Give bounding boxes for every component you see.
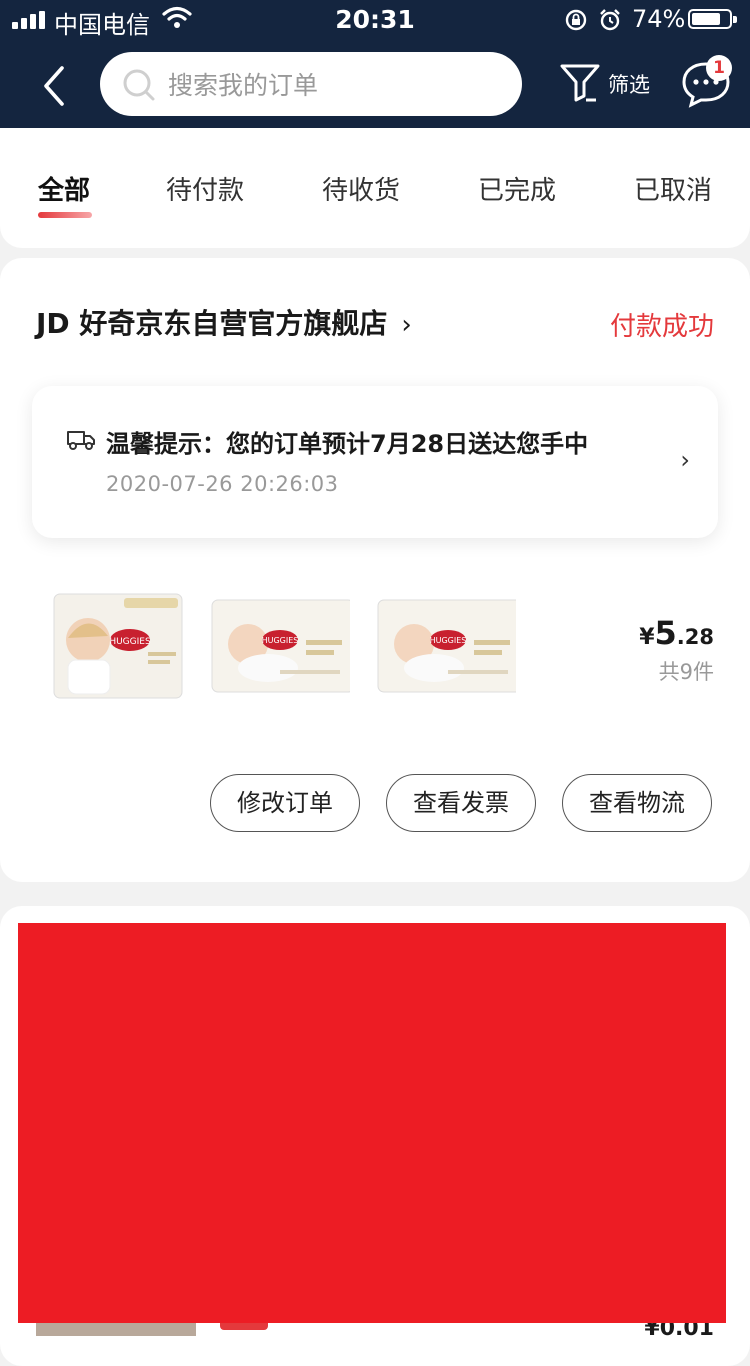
product-brand: HUGGIES [430, 636, 467, 645]
rotation-lock-icon [565, 9, 587, 31]
redaction-overlay [18, 923, 726, 1323]
truck-icon [67, 431, 95, 450]
product-brand: HUGGIES [262, 636, 299, 645]
search-input[interactable] [166, 62, 500, 108]
filter-label: 筛选 [608, 73, 650, 97]
order-card[interactable]: JD 好奇京东自营官方旗舰店 › 付款成功 温馨提示：您的订单预计7月28日送达您… [0, 258, 750, 882]
modify-order-button[interactable]: 修改订单 [210, 774, 360, 832]
product-brand: HUGGIES [109, 637, 151, 647]
delivery-notice[interactable]: 温馨提示：您的订单预计7月28日送达您手中 2020-07-26 20:26:0… [32, 386, 718, 538]
search-bar[interactable] [100, 52, 522, 116]
tab-active-indicator [38, 212, 92, 218]
filter-icon [560, 64, 600, 102]
view-invoice-button[interactable]: 查看发票 [386, 774, 536, 832]
battery-percent: 74% [632, 5, 686, 33]
status-bar: 中国电信 20:31 74% [0, 0, 750, 40]
product-thumbnails[interactable]: HUGGIES HUGGIES HUGGIES [46, 588, 546, 718]
order-tabs: 全部 待付款 待收货 已完成 已取消 [0, 128, 750, 248]
tab-cancelled[interactable]: 已取消 [634, 170, 712, 207]
tab-pending-payment[interactable]: 待付款 [166, 170, 244, 207]
price-integer: 5 [654, 614, 677, 652]
price-decimal: .28 [676, 625, 714, 649]
order-status: 付款成功 [609, 312, 714, 342]
price-currency: ¥ [639, 625, 655, 650]
shop-arrow-icon: › [401, 310, 412, 340]
alarm-icon [600, 9, 620, 31]
shop-link[interactable]: JD 好奇京东自营官方旗舰店 › [36, 302, 412, 342]
product-image[interactable]: HUGGIES [210, 588, 350, 708]
product-image[interactable]: HUGGIES [376, 588, 516, 708]
notice-arrow-icon: › [680, 446, 690, 474]
search-icon [123, 69, 155, 101]
tab-all[interactable]: 全部 [38, 170, 90, 207]
notice-title: 温馨提示：您的订单预计7月28日送达您手中 [106, 430, 589, 458]
order-price: ¥5.28 [639, 614, 714, 652]
battery-icon [688, 9, 737, 29]
message-badge: 1 [706, 55, 732, 81]
tab-completed[interactable]: 已完成 [478, 170, 556, 207]
shop-name: JD 好奇京东自营官方旗舰店 [36, 307, 388, 340]
view-logistics-button[interactable]: 查看物流 [562, 774, 712, 832]
filter-button[interactable]: 筛选 [558, 56, 658, 112]
top-bar: 中国电信 20:31 74% 搜索我的订单 筛选 1 [0, 0, 750, 128]
product-image[interactable]: HUGGIES [50, 588, 190, 708]
back-icon[interactable] [32, 58, 80, 114]
tab-pending-receipt[interactable]: 待收货 [322, 170, 400, 207]
notice-time: 2020-07-26 20:26:03 [106, 472, 339, 496]
item-count: 共9件 [658, 660, 714, 684]
